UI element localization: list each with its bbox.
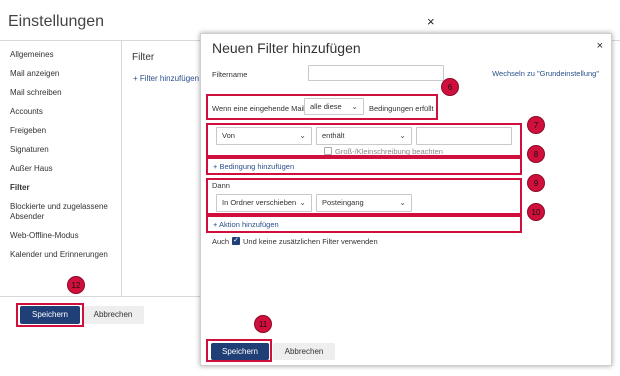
dialog-close-icon[interactable]: × xyxy=(597,40,603,52)
sidebar-item-kalender[interactable]: Kalender und Erinnerungen xyxy=(10,250,120,260)
sidebar-item-signaturen[interactable]: Signaturen xyxy=(10,145,120,155)
callout-box-8 xyxy=(206,157,522,175)
no-more-filters-label: Und keine zusätzlichen Filter verwenden xyxy=(243,237,378,246)
sidebar-item-filter[interactable]: Filter xyxy=(10,183,120,193)
switch-basic-link[interactable]: Wechseln zu "Grundeinstellung" xyxy=(492,69,599,78)
callout-badge-6: 6 xyxy=(441,78,459,96)
sidebar-item-accounts[interactable]: Accounts xyxy=(10,107,120,117)
settings-cancel-button[interactable]: Abbrechen xyxy=(82,306,144,324)
sidebar-item-mail-schreiben[interactable]: Mail schreiben xyxy=(10,88,120,98)
settings-sidebar: Allgemeines Mail anzeigen Mail schreiben… xyxy=(10,50,120,269)
callout-badge-7: 7 xyxy=(527,116,545,134)
content-title: Filter xyxy=(132,52,155,63)
sidebar-item-web-offline[interactable]: Web-Offline-Modus xyxy=(10,231,120,241)
callout-box-10 xyxy=(206,215,522,233)
dialog-title: Neuen Filter hinzufügen xyxy=(212,40,361,56)
filtername-input[interactable] xyxy=(308,65,444,81)
sidebar-item-blockierte-absender[interactable]: Blockierte und zugelassene Absender xyxy=(10,202,120,222)
callout-badge-12: 12 xyxy=(67,276,85,294)
callout-badge-10: 10 xyxy=(527,203,545,221)
filtername-label: Filtername xyxy=(212,70,248,79)
callout-box-11 xyxy=(206,339,272,362)
callout-badge-9: 9 xyxy=(527,174,545,192)
callout-box-7 xyxy=(206,123,522,157)
settings-close-icon[interactable]: × xyxy=(427,14,435,29)
callout-box-9 xyxy=(206,178,522,215)
sidebar-item-ausser-haus[interactable]: Außer Haus xyxy=(10,164,120,174)
divider xyxy=(0,296,200,297)
callout-box-6 xyxy=(206,94,438,120)
settings-title: Einstellungen xyxy=(8,13,105,30)
add-filter-link[interactable]: + Filter hinzufügen xyxy=(133,74,199,83)
callout-box-12 xyxy=(16,303,84,327)
callout-badge-11: 11 xyxy=(254,315,272,333)
no-more-filters-checkbox[interactable]: ✓ xyxy=(232,237,240,245)
sidebar-item-allgemeines[interactable]: Allgemeines xyxy=(10,50,120,60)
dialog-cancel-button[interactable]: Abbrechen xyxy=(273,343,335,360)
sidebar-item-freigeben[interactable]: Freigeben xyxy=(10,126,120,136)
callout-badge-8: 8 xyxy=(527,145,545,163)
also-label: Auch xyxy=(212,237,230,246)
sidebar-item-mail-anzeigen[interactable]: Mail anzeigen xyxy=(10,69,120,79)
sidebar-divider xyxy=(121,41,122,296)
